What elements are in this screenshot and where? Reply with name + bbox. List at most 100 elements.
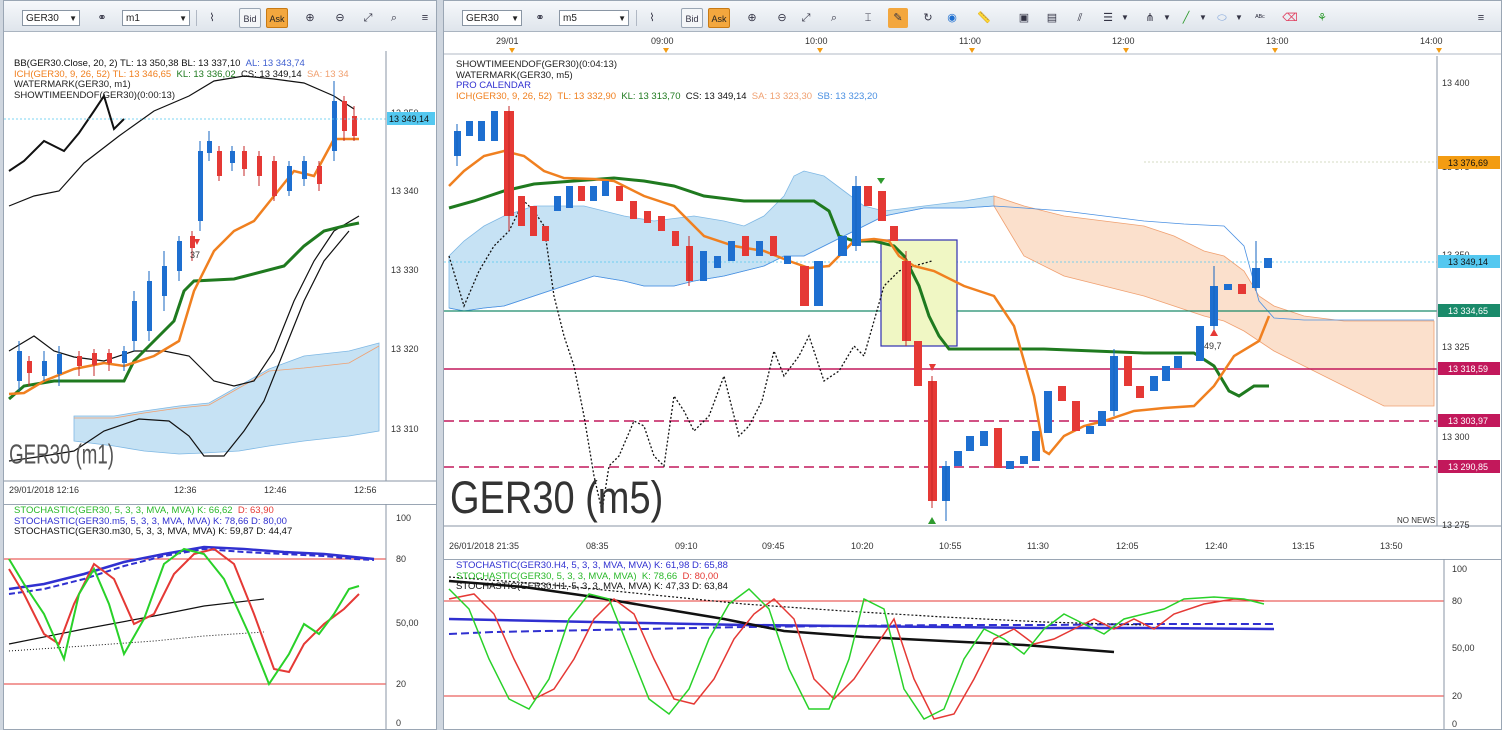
x-tick-label: 12:56 [354, 485, 377, 495]
image-icon[interactable]: ▣ [1014, 8, 1034, 28]
zoom-area-icon[interactable]: ⌕ [824, 8, 844, 28]
ellipse-icon[interactable]: ⬭ [1212, 8, 1232, 28]
event-marker-icon [969, 48, 975, 53]
indicator-icon[interactable]: ⌇ [642, 8, 662, 28]
legend-ich-sa: SA: 13 34 [306, 68, 349, 80]
menu-icon[interactable]: ≡ [418, 8, 432, 28]
y-tick-label: 80 [1452, 596, 1462, 606]
timeframe-select[interactable]: m1 ▼ [122, 10, 190, 26]
y-tick-label: 13 330 [391, 265, 419, 275]
chevron-down-icon[interactable]: ▼ [1234, 8, 1244, 28]
event-marker-icon [509, 48, 515, 53]
bid-button[interactable]: Bid [239, 8, 261, 28]
legend-ich-cs: CS: 13 349,14 [240, 68, 302, 80]
stoch-legend-1: STOCHASTIC(GER30, 5, 3, 3, MVA, MVA) K: … [14, 505, 233, 516]
chevron-down-icon: ▼ [69, 14, 77, 23]
x-tick-label: 09:10 [675, 541, 698, 551]
event-marker-icon [817, 48, 823, 53]
price-chart-m5[interactable]: 49,7 13 400 13 375 13 350 13 325 13 300 … [444, 56, 1501, 556]
current-price-text: 13 349,14 [389, 114, 429, 124]
top-time-axis: 29/01 09:00 10:00 11:00 12:00 13:00 14:0… [444, 36, 1501, 55]
separator [636, 10, 637, 26]
stoch-legend-3: STOCHASTIC(GER30.H1, 5, 3, 3, MVA, MVA) … [456, 581, 728, 592]
stoch-legend-1-d: D: 63,90 [237, 505, 274, 516]
highlight-box[interactable] [880, 239, 958, 347]
y-tick-label: 50,00 [396, 618, 419, 628]
chart-window-m5: GER30 ▼ ⚭ m5 ▼ ⌇ Bid Ask ⊕ ⊖ ⤢ ⌕ ⌶ ✎ ↻ ◉ 📏… [443, 0, 1502, 730]
x-tick-label: 29/01/2018 12:16 [9, 485, 79, 495]
link-icon[interactable]: ⚭ [92, 8, 112, 28]
event-marker-icon [1123, 48, 1129, 53]
ask-button[interactable]: Ask [266, 8, 288, 28]
stochastic-pane-m1[interactable]: 100 80 50,00 20 0 [4, 504, 436, 729]
chevron-down-icon[interactable]: ▼ [1120, 8, 1130, 28]
menu-icon[interactable]: ≡ [1474, 8, 1488, 28]
x-tick-label: 13:15 [1292, 541, 1315, 551]
chevron-down-icon[interactable]: ▼ [1162, 8, 1172, 28]
top-time-label: 13:00 [1266, 36, 1289, 46]
globe-icon[interactable]: ◉ [942, 8, 962, 28]
price-tag-text: 13 376,69 [1448, 158, 1488, 168]
event-marker-icon [1272, 48, 1278, 53]
legend-watermark: WATERMARK(GER30, m1) [14, 79, 131, 90]
y-tick-label: 80 [396, 554, 406, 564]
price-chart-m1[interactable]: 37 13 350 13 340 13 330 13 320 13 310 13… [4, 51, 436, 501]
chevron-down-icon[interactable]: ▼ [1198, 8, 1208, 28]
pitchfork-icon[interactable]: ⋔ [1140, 8, 1160, 28]
y-tick-label: 100 [396, 513, 411, 523]
zoom-area-icon[interactable]: ⌕ [384, 8, 404, 28]
x-tick-label: 13:50 [1380, 541, 1403, 551]
trendline-icon[interactable]: ╱ [1176, 8, 1196, 28]
refresh-icon[interactable]: ↻ [918, 8, 938, 28]
ruler-icon[interactable]: 📏 [974, 8, 994, 28]
note-icon[interactable]: ✎ [888, 8, 908, 28]
top-time-label: 29/01 [496, 36, 519, 46]
y-tick-label: 13 310 [391, 424, 419, 434]
ask-button[interactable]: Ask [708, 8, 730, 28]
toolbar: GER30 ▼ ⚭ m1 ▼ ⌇ Bid Ask ⊕ ⊖ ⤢ ⌕ ≡ [4, 1, 436, 32]
x-tick-label: 12:46 [264, 485, 287, 495]
stochastic-legend: STOCHASTIC(GER30.H4, 5, 3, 3, MVA, MVA) … [456, 560, 728, 593]
indicator-icon[interactable]: ⌇ [202, 8, 222, 28]
y-tick-label: 20 [396, 679, 406, 689]
y-tick-label: 13 275 [1442, 520, 1470, 530]
y-tick-label: 13 320 [391, 344, 419, 354]
zoom-in-icon[interactable]: ⊕ [742, 8, 762, 28]
lines-menu-icon[interactable]: ☰ [1098, 8, 1118, 28]
price-tag-text: 13 303,97 [1448, 416, 1488, 426]
price-tag-text: 13 349,14 [1448, 257, 1488, 267]
text-tool-icon[interactable]: ᴬᴮᶜ [1250, 8, 1270, 28]
symbol-select[interactable]: GER30 ▼ [462, 10, 522, 26]
eraser-icon[interactable]: ⌫ [1280, 8, 1300, 28]
y-tick-label: 13 300 [1442, 432, 1470, 442]
bid-button[interactable]: Bid [681, 8, 703, 28]
marker-label: 49,7 [1204, 341, 1222, 351]
zoom-out-icon[interactable]: ⊖ [330, 8, 350, 28]
top-time-label: 14:00 [1420, 36, 1443, 46]
legend-ich: ICH(GER30, 9, 26, 52) [456, 90, 553, 102]
link-icon[interactable]: ⚭ [530, 8, 550, 28]
zoom-fit-icon[interactable]: ⤢ [796, 8, 816, 28]
legend-ich-tl: TL: 13 332,90 [557, 90, 617, 102]
fibonacci-icon[interactable]: ⫽ [1070, 8, 1090, 28]
timeframe-select[interactable]: m5 ▼ [559, 10, 629, 26]
timeframe-value: m1 [126, 13, 140, 24]
separator [196, 10, 197, 26]
y-tick-label: 13 325 [1442, 342, 1470, 352]
x-tick-label: 10:20 [851, 541, 874, 551]
zoom-out-icon[interactable]: ⊖ [772, 8, 792, 28]
top-time-label: 10:00 [805, 36, 828, 46]
symbol-select[interactable]: GER30 ▼ [22, 10, 80, 26]
legend-ich-kl: KL: 13 336,02 [176, 68, 236, 80]
objects-icon[interactable]: ⚘ [1312, 8, 1332, 28]
stoch-legend-2-k: K: 78,66 [641, 570, 678, 582]
level-icon[interactable]: ⌶ [858, 8, 878, 28]
price-tag-text: 13 334,65 [1448, 306, 1488, 316]
zoom-fit-icon[interactable]: ⤢ [358, 8, 378, 28]
stoch-legend-2-d: D: 80,00 [682, 570, 719, 582]
y-tick-label: 100 [1452, 564, 1467, 574]
zoom-in-icon[interactable]: ⊕ [300, 8, 320, 28]
chevron-down-icon: ▼ [179, 14, 187, 23]
y-tick-label: 50,00 [1452, 643, 1475, 653]
calendar-icon[interactable]: ▤ [1042, 8, 1062, 28]
